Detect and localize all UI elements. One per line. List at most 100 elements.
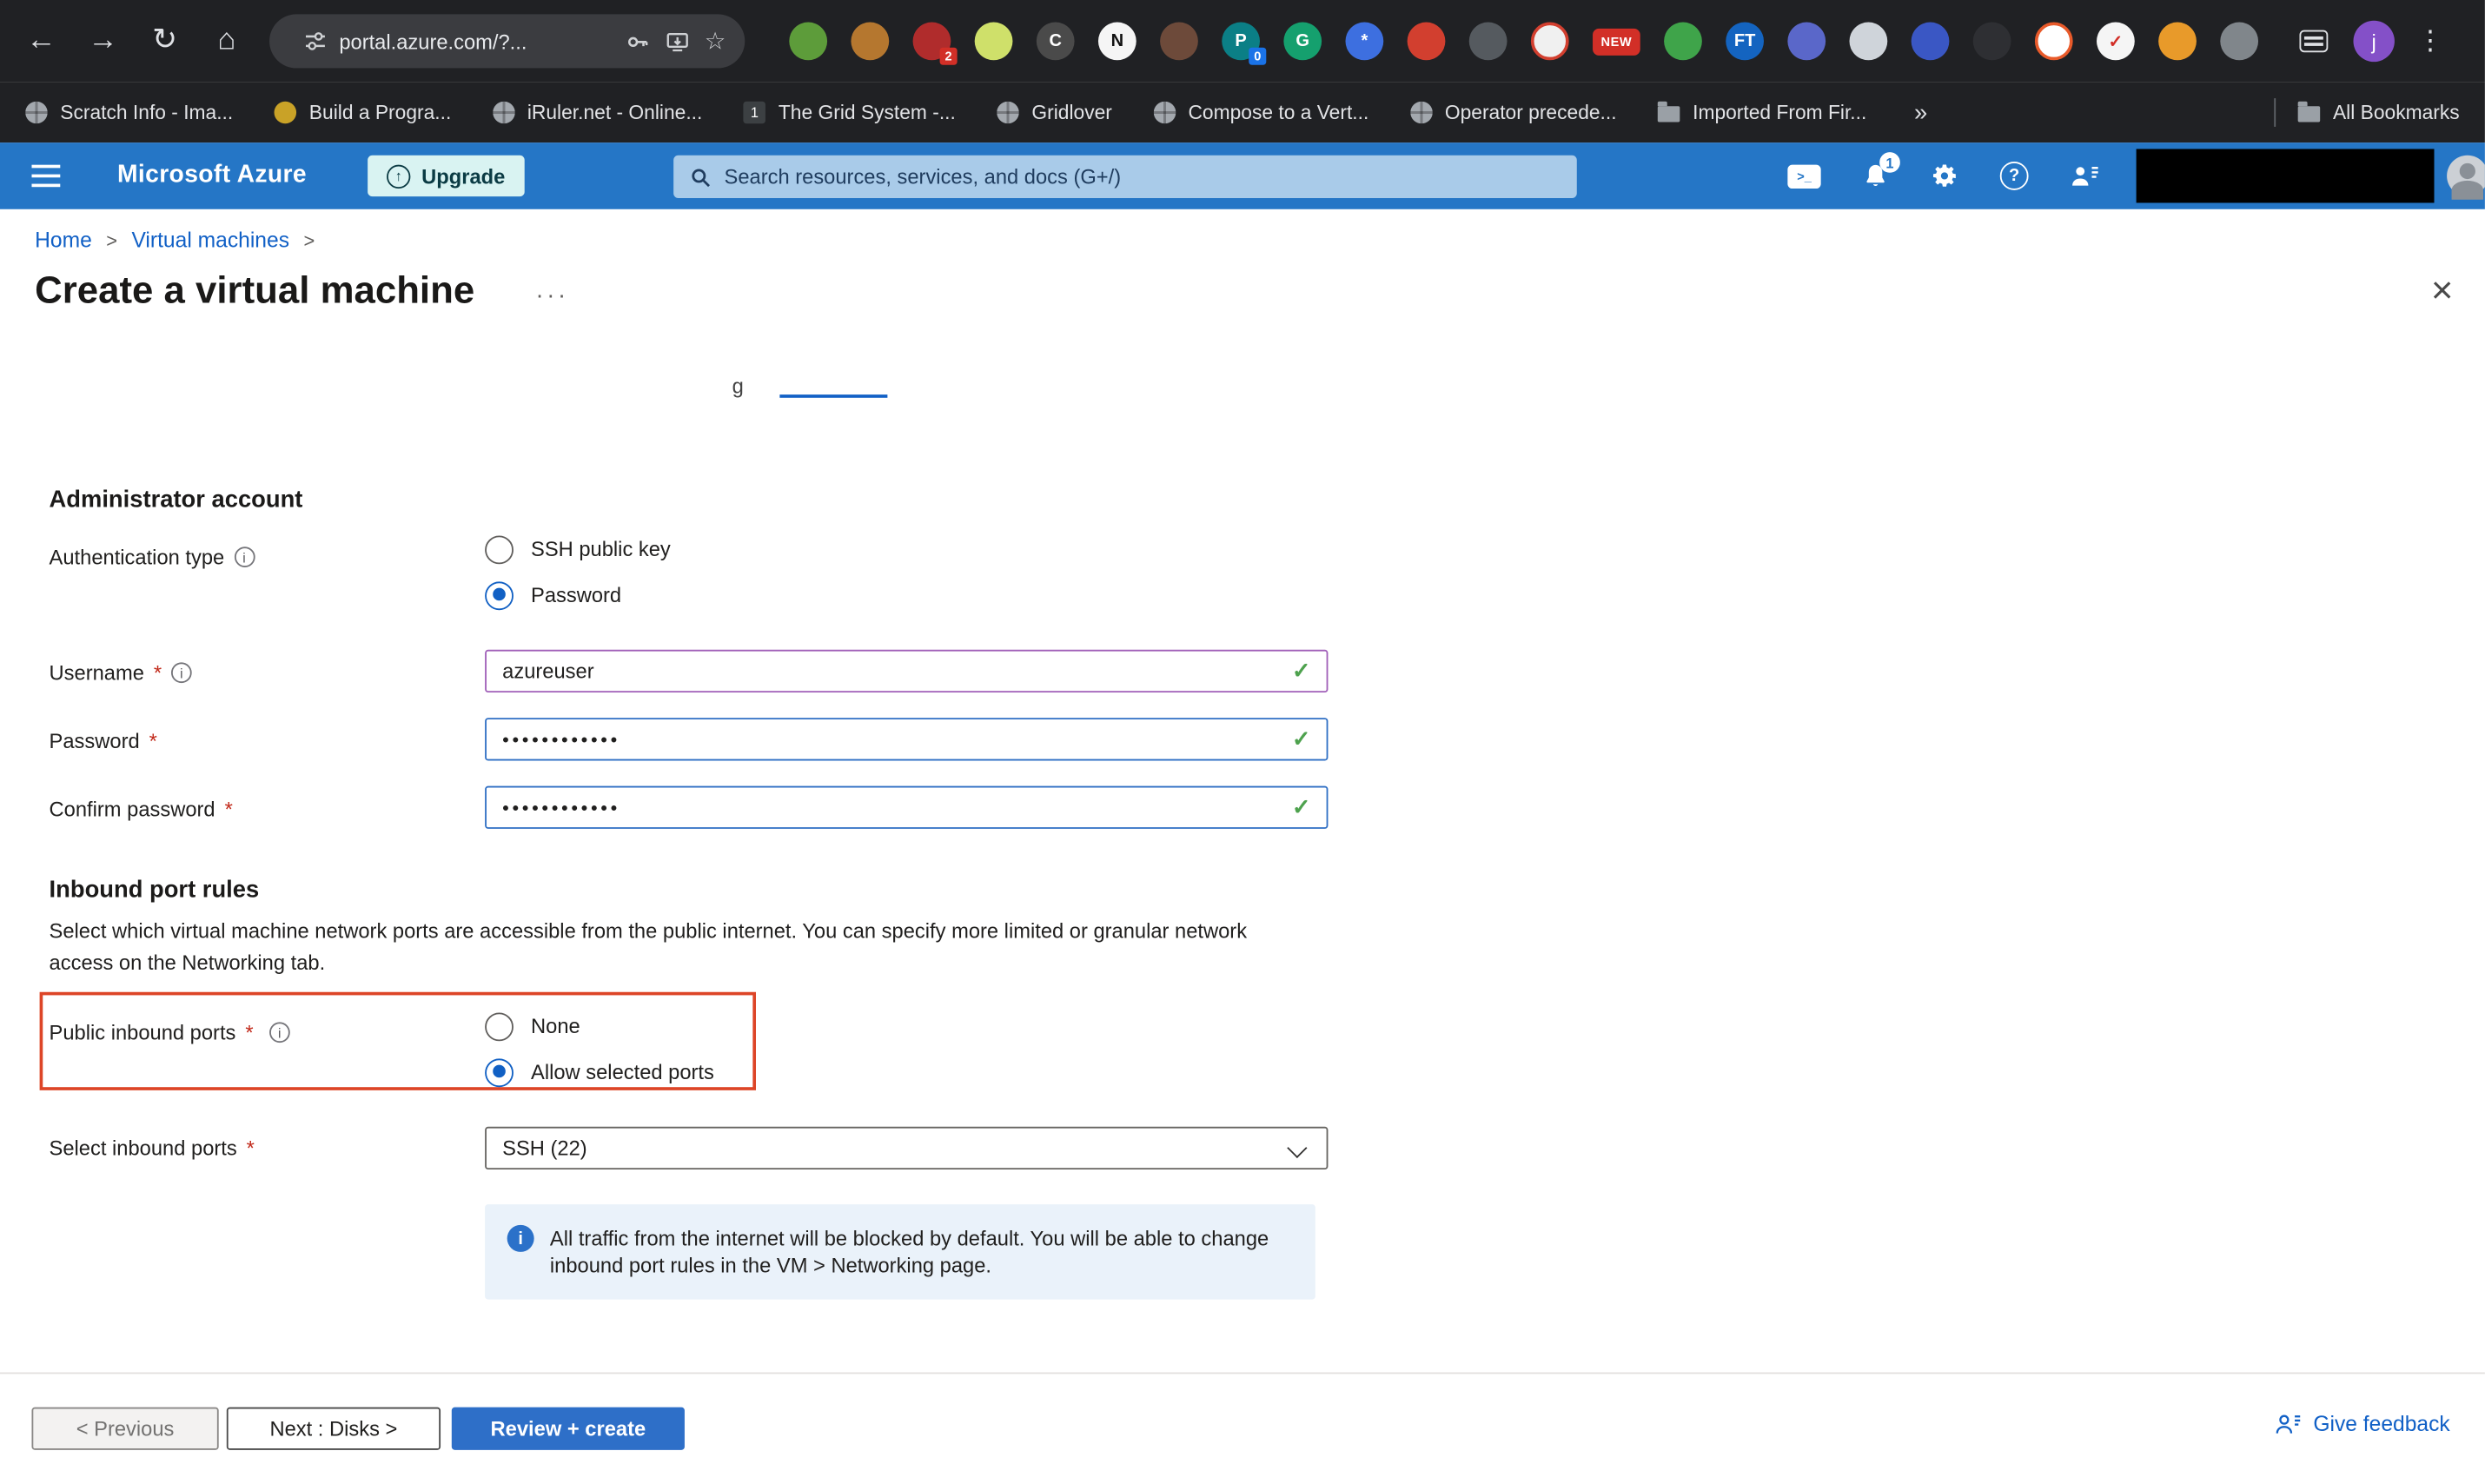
ext-sheet-icon[interactable] bbox=[975, 23, 1013, 61]
ext-asterisk-icon[interactable]: * bbox=[1345, 23, 1383, 61]
ext-box-icon[interactable] bbox=[851, 23, 889, 61]
close-icon[interactable]: × bbox=[2431, 273, 2454, 311]
ext-gear-dark-icon[interactable] bbox=[1469, 23, 1508, 61]
bookmark-item[interactable]: Gridlover bbox=[997, 102, 1112, 124]
ext-red-ring-icon[interactable] bbox=[1408, 23, 1446, 61]
bookmark-item[interactable]: Build a Progra... bbox=[275, 102, 452, 124]
info-banner: All traffic from the internet will be bl… bbox=[485, 1204, 1315, 1299]
globe-icon bbox=[25, 102, 48, 124]
bookmark-label: Operator precede... bbox=[1445, 102, 1617, 124]
folder-icon bbox=[2298, 106, 2321, 122]
confirm-password-label: Confirm password * bbox=[50, 797, 233, 820]
title-context-menu-icon[interactable]: ··· bbox=[535, 282, 568, 309]
hamburger-menu-icon[interactable] bbox=[31, 175, 60, 178]
reload-icon[interactable]: ↻ bbox=[144, 0, 185, 83]
ext-p-icon[interactable]: P0 bbox=[1222, 23, 1260, 61]
ext-orange-ring-icon[interactable] bbox=[2035, 23, 2073, 61]
bookmark-item[interactable]: Operator precede... bbox=[1410, 102, 1617, 124]
previous-button[interactable]: < Previous bbox=[31, 1408, 218, 1450]
feedback-person-icon bbox=[2274, 1412, 2303, 1435]
ext-new-badge-icon[interactable]: NEW bbox=[1593, 28, 1640, 55]
ext-bird-icon[interactable] bbox=[1664, 23, 1702, 61]
info-icon[interactable] bbox=[269, 1022, 290, 1043]
valid-check-icon: ✓ bbox=[1292, 725, 1310, 752]
clipped-scrolled-content: g bbox=[732, 374, 744, 397]
ext-c-icon[interactable]: C bbox=[1037, 23, 1075, 61]
ext-grammarly-icon[interactable]: G bbox=[1283, 23, 1322, 61]
bookmarks-list: Scratch Info - Ima... Build a Progra... iR… bbox=[25, 102, 1866, 124]
next-disks-button[interactable]: Next : Disks > bbox=[227, 1408, 441, 1450]
redacted-account-info bbox=[2137, 149, 2435, 202]
ext-orange-grid-icon[interactable] bbox=[2158, 23, 2197, 61]
breadcrumb-home-link[interactable]: Home bbox=[35, 229, 92, 252]
radio-ssh-public-key[interactable]: SSH public key bbox=[485, 534, 671, 565]
help-icon[interactable]: ? bbox=[2000, 162, 2029, 190]
radio-password[interactable]: Password bbox=[485, 580, 671, 611]
bookmark-item[interactable]: Compose to a Vert... bbox=[1153, 102, 1368, 124]
divider bbox=[2274, 98, 2276, 127]
account-avatar[interactable] bbox=[2447, 156, 2485, 196]
settings-gear-icon[interactable] bbox=[1931, 162, 1959, 190]
username-input[interactable]: azureuser ✓ bbox=[485, 650, 1328, 692]
ext-puzzle-icon[interactable] bbox=[2220, 23, 2258, 61]
tab-panel-icon[interactable] bbox=[2299, 30, 2328, 53]
ext-target-icon[interactable] bbox=[1531, 23, 1569, 61]
breadcrumb: Home > Virtual machines > bbox=[35, 229, 315, 252]
ext-ft-icon[interactable]: FT bbox=[1726, 23, 1764, 61]
review-create-button[interactable]: Review + create bbox=[452, 1408, 685, 1450]
forward-icon[interactable]: → bbox=[83, 0, 123, 83]
bookmarks-overflow-icon[interactable]: » bbox=[1914, 99, 1927, 126]
folder-icon bbox=[1658, 106, 1680, 122]
bookmark-item[interactable]: Imported From Fir... bbox=[1658, 102, 1866, 124]
browser-toolbar: ← → ↻ ⌂ portal.azure.com/?... ☆ 2 CN P0 G * N… bbox=[0, 0, 2485, 83]
address-bar[interactable]: portal.azure.com/?... ☆ bbox=[269, 14, 745, 68]
ext-notion-icon[interactable]: N bbox=[1098, 23, 1136, 61]
bookmarks-bar: Scratch Info - Ima... Build a Progra... iR… bbox=[0, 83, 2485, 142]
azure-header: Microsoft Azure ↑ Upgrade Search resourc… bbox=[0, 142, 2485, 209]
bookmark-item[interactable]: 1The Grid System -... bbox=[744, 102, 956, 124]
breadcrumb-virtual-machines-link[interactable]: Virtual machines bbox=[131, 229, 289, 252]
browser-profile-avatar[interactable]: j bbox=[2353, 21, 2394, 62]
radio-none[interactable]: None bbox=[485, 1011, 714, 1042]
give-feedback-link[interactable]: Give feedback bbox=[2274, 1412, 2450, 1435]
site-settings-icon[interactable] bbox=[304, 30, 327, 53]
confirm-password-input[interactable]: •••••••••••• ✓ bbox=[485, 786, 1328, 829]
install-icon[interactable] bbox=[665, 30, 688, 53]
banner-text: All traffic from the internet will be bl… bbox=[550, 1225, 1271, 1279]
ext-blue-square-icon[interactable] bbox=[1912, 23, 1950, 61]
password-key-icon[interactable] bbox=[626, 30, 649, 53]
upgrade-button[interactable]: ↑ Upgrade bbox=[368, 156, 524, 196]
notifications-button[interactable]: 1 bbox=[1862, 162, 1889, 190]
ext-leaf-icon[interactable] bbox=[789, 23, 827, 61]
page-title: Create a virtual machine bbox=[35, 269, 474, 314]
cloud-shell-icon[interactable]: >_ bbox=[1787, 164, 1820, 188]
bookmark-label: Imported From Fir... bbox=[1693, 102, 1866, 124]
clipped-link-underline bbox=[779, 394, 887, 398]
radio-allow-selected-ports[interactable]: Allow selected ports bbox=[485, 1057, 714, 1088]
ext-brown-icon[interactable] bbox=[1160, 23, 1198, 61]
bookmark-label: The Grid System -... bbox=[779, 102, 956, 124]
back-icon[interactable]: ← bbox=[21, 0, 62, 83]
ext-check-icon[interactable]: ✓ bbox=[2097, 23, 2135, 61]
ext-shield-icon[interactable]: 2 bbox=[913, 23, 951, 61]
bookmark-item[interactable]: Scratch Info - Ima... bbox=[25, 102, 233, 124]
global-search-input[interactable]: Search resources, services, and docs (G+… bbox=[673, 156, 1577, 198]
bookmark-label: Compose to a Vert... bbox=[1188, 102, 1368, 124]
azure-brand[interactable]: Microsoft Azure bbox=[117, 162, 307, 190]
bookmark-item[interactable]: iRuler.net - Online... bbox=[493, 102, 703, 124]
bookmark-label: Build a Progra... bbox=[309, 102, 451, 124]
browser-menu-icon[interactable]: ⋮ bbox=[2416, 25, 2443, 56]
select-inbound-ports-dropdown[interactable]: SSH (22) bbox=[485, 1127, 1328, 1169]
bookmark-star-icon[interactable]: ☆ bbox=[705, 27, 726, 56]
info-icon[interactable] bbox=[171, 662, 192, 683]
bookmark-label: Gridlover bbox=[1031, 102, 1112, 124]
ext-dark-mark-icon[interactable] bbox=[1973, 23, 2011, 61]
password-input[interactable]: •••••••••••• ✓ bbox=[485, 718, 1328, 760]
info-icon[interactable] bbox=[234, 547, 255, 567]
feedback-icon[interactable] bbox=[2070, 163, 2100, 189]
all-bookmarks-button[interactable]: All Bookmarks bbox=[2298, 102, 2460, 124]
home-icon[interactable]: ⌂ bbox=[206, 0, 247, 83]
ext-notebook-icon[interactable] bbox=[1849, 23, 1887, 61]
radio-selected-icon bbox=[485, 1057, 514, 1086]
ext-bars-icon[interactable] bbox=[1787, 23, 1826, 61]
